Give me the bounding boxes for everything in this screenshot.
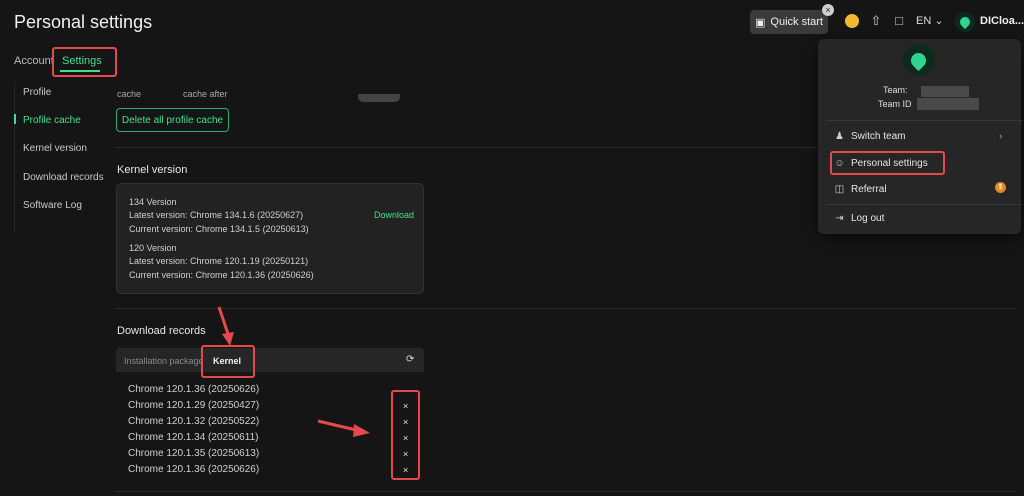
- refresh-icon[interactable]: ⟳: [406, 354, 414, 365]
- gift-icon: ◫: [834, 184, 845, 195]
- list-item: Chrome 120.1.32 (20250522): [128, 416, 260, 427]
- avatar[interactable]: [955, 12, 975, 32]
- highlight-box-settings-tab: [52, 47, 117, 77]
- list-item: Chrome 120.1.36 (20250626): [128, 464, 260, 475]
- quick-start-button[interactable]: ▣ Quick start: [750, 10, 828, 34]
- coin-icon[interactable]: [845, 14, 859, 28]
- docs-icon[interactable]: □: [892, 14, 906, 28]
- team-label: Team:: [883, 85, 908, 95]
- sidebar-item-kernel-version[interactable]: Kernel version: [23, 143, 87, 154]
- tab-account[interactable]: Account: [14, 55, 54, 67]
- cache-label: cache: [117, 89, 142, 99]
- team-name-redacted: [921, 86, 969, 97]
- kernel-134-latest: Latest version: Chrome 134.1.6 (20250627…: [129, 210, 304, 220]
- list-item: Chrome 120.1.29 (20250427): [128, 400, 260, 411]
- sidebar-item-profile[interactable]: Profile: [23, 87, 51, 98]
- menu-item-referral[interactable]: ◫ Referral: [834, 184, 887, 195]
- switch-team-icon: ♟: [835, 131, 844, 142]
- close-icon[interactable]: ×: [822, 4, 834, 16]
- avatar: [903, 44, 935, 76]
- section-divider: [116, 491, 1016, 492]
- kernel-134-current: Current version: Chrome 134.1.5 (2025061…: [129, 224, 309, 234]
- menu-item-switch-team[interactable]: ♟ Switch team: [834, 131, 905, 142]
- book-icon: ▣: [755, 16, 766, 29]
- section-divider: [116, 308, 1016, 309]
- sidebar-active-indicator: [14, 114, 16, 124]
- kernel-120-name: 120 Version: [129, 243, 177, 253]
- chevron-down-icon: ⌄: [934, 15, 944, 27]
- highlight-box-kernel-tab: [201, 345, 255, 378]
- sidebar-item-profile-cache[interactable]: Profile cache: [23, 115, 81, 126]
- logout-icon: ⇥: [835, 213, 844, 224]
- dropdown-divider: [826, 204, 1022, 205]
- upload-icon[interactable]: ⇧: [869, 14, 883, 28]
- delete-all-cache-button[interactable]: Delete all profile cache: [116, 108, 229, 132]
- coin-badge-icon: $: [995, 182, 1006, 193]
- download-records-title: Download records: [117, 325, 206, 337]
- user-name[interactable]: DICloa...: [980, 15, 1024, 27]
- quick-start-label: Quick start: [770, 16, 823, 28]
- language-label: EN: [916, 15, 932, 27]
- arrow-icon: [217, 306, 234, 346]
- sidebar-divider: [14, 82, 15, 232]
- list-item: Chrome 120.1.34 (20250611): [128, 432, 259, 443]
- select-control[interactable]: [358, 94, 400, 102]
- team-id-label: Team ID: [878, 99, 912, 109]
- menu-item-log-out[interactable]: ⇥ Log out: [834, 213, 884, 224]
- sidebar-item-download-records[interactable]: Download records: [23, 172, 104, 183]
- sidebar-item-software-log[interactable]: Software Log: [23, 200, 82, 211]
- list-item: Chrome 120.1.36 (20250626): [128, 384, 260, 395]
- highlight-box-personal-settings: [830, 151, 945, 175]
- highlight-box-delete-icons: [391, 390, 420, 480]
- tab-installation-package[interactable]: Installation package: [124, 356, 204, 366]
- dropdown-divider: [826, 120, 1022, 121]
- language-selector[interactable]: EN ⌄: [916, 14, 944, 27]
- list-item: Chrome 120.1.35 (20250613): [128, 448, 260, 459]
- menu-item-label: Switch team: [851, 131, 906, 142]
- menu-item-label: Log out: [851, 213, 885, 224]
- kernel-120-current: Current version: Chrome 120.1.36 (202506…: [129, 270, 314, 280]
- kernel-version-title: Kernel version: [117, 164, 188, 176]
- kernel-120-latest: Latest version: Chrome 120.1.19 (2025012…: [129, 256, 309, 266]
- cache-after-label: cache after: [183, 89, 228, 99]
- team-id-redacted: [917, 98, 979, 110]
- menu-item-label: Referral: [851, 184, 887, 195]
- arrow-icon: [317, 419, 370, 437]
- page-title: Personal settings: [14, 12, 153, 32]
- download-link[interactable]: Download: [374, 210, 414, 220]
- chevron-right-icon: ›: [999, 131, 1003, 142]
- kernel-134-name: 134 Version: [129, 197, 177, 207]
